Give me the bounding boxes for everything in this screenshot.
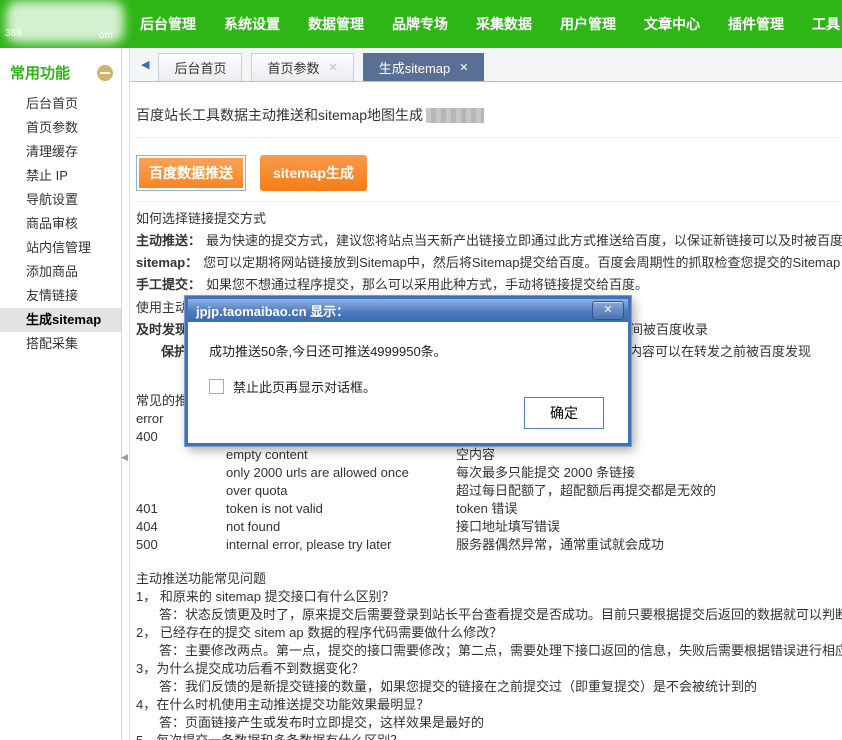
divider [136, 201, 840, 202]
section-title: 主动推送功能常见问题 [136, 570, 842, 588]
sidebar-title: 常用功能 [10, 62, 70, 83]
nav-item-brand-zone[interactable]: 品牌专场 [392, 14, 448, 34]
dialog-title: jpjp.taomaibao.cn 显示： [196, 301, 349, 320]
tab-close-icon[interactable]: ✕ [329, 61, 338, 74]
dialog-ok-button[interactable]: 确定 [524, 397, 604, 429]
dialog-body: 成功推送50条,今日还可推送4999950条。 禁止此页再显示对话框。 确定 [188, 322, 628, 443]
intro-line-manual: 手工提交：如果您不想通过程序提交，那么可以采用此种方式，手动将链接提交给百度。 [136, 274, 842, 296]
tab-label: 后台首页 [174, 58, 226, 77]
nav-item-system-settings[interactable]: 系统设置 [224, 14, 280, 34]
suppress-dialog-checkbox[interactable] [209, 379, 224, 394]
faq-answer: 答：页面链接产生或发布时立即提交，这样效果是最好的 [136, 714, 842, 732]
sidebar-item-home-params[interactable]: 首页参数 [0, 116, 121, 140]
top-nav-menu: 后台管理 系统设置 数据管理 品牌专场 采集数据 用户管理 文章中心 插件管理 … [140, 14, 840, 34]
divider [136, 137, 840, 138]
logo-text-fragment-left: 369 [5, 28, 22, 39]
page-title: 百度站长工具数据主动推送和sitemap地图生成 [136, 105, 842, 125]
tab-scroll-left-icon[interactable]: ◀ [141, 58, 149, 71]
tab-admin-home[interactable]: 后台首页 [158, 53, 242, 81]
faq-question: 1， 和原来的 sitemap 提交接口有什么区别？ [136, 588, 842, 606]
nav-item-collect-data[interactable]: 采集数据 [476, 14, 532, 34]
tab-home-params[interactable]: 首页参数 ✕ [251, 53, 353, 81]
tab-bar: ◀ 后台首页 首页参数 ✕ 生成sitemap ✕ [130, 48, 842, 82]
sidebar-item-ban-ip[interactable]: 禁止 IP [0, 164, 121, 188]
sidebar-item-add-product[interactable]: 添加商品 [0, 260, 121, 284]
sidebar-item-product-review[interactable]: 商品审核 [0, 212, 121, 236]
redacted-mosaic [426, 108, 484, 123]
nav-item-plugin-management[interactable]: 插件管理 [728, 14, 784, 34]
dialog-close-icon[interactable]: ✕ [592, 301, 624, 320]
sitemap-generate-button[interactable]: sitemap生成 [260, 155, 367, 191]
faq-question: 4，在什么时机使用主动推送提交功能效果最明显？ [136, 696, 842, 714]
nav-item-article-center[interactable]: 文章中心 [644, 14, 700, 34]
sidebar-item-clear-cache[interactable]: 清理缓存 [0, 140, 121, 164]
sidebar: 常用功能 后台首页 首页参数 清理缓存 禁止 IP 导航设置 商品审核 站内信管… [0, 48, 122, 740]
faq-section: 主动推送功能常见问题 1， 和原来的 sitemap 提交接口有什么区别？ 答：… [136, 570, 842, 740]
tab-label: 生成sitemap [379, 58, 451, 77]
sidebar-item-site-messages[interactable]: 站内信管理 [0, 236, 121, 260]
dialog-message: 成功推送50条,今日还可推送4999950条。 [188, 322, 628, 360]
sidebar-item-admin-home[interactable]: 后台首页 [0, 92, 121, 116]
nav-item-data-management[interactable]: 数据管理 [308, 14, 364, 34]
top-nav: 369 om 后台管理 系统设置 数据管理 品牌专场 采集数据 用户管理 文章中… [0, 0, 842, 48]
logo-text-fragment-right: om [99, 30, 113, 41]
sidebar-item-generate-sitemap[interactable]: 生成sitemap [0, 308, 121, 332]
intro-line-sitemap: sitemap：您可以定期将网站链接放到Sitemap中，然后将Sitemap提… [136, 252, 842, 274]
sidebar-item-match-collect[interactable]: 搭配采集 [0, 332, 121, 356]
nav-item-user-management[interactable]: 用户管理 [560, 14, 616, 34]
faq-question: 2， 已经存在的提交 sitem ap 数据的程序代码需要做什么修改？ [136, 624, 842, 642]
collapse-minus-icon[interactable] [97, 65, 113, 81]
sidebar-header: 常用功能 [0, 48, 121, 92]
sidebar-item-nav-settings[interactable]: 导航设置 [0, 188, 121, 212]
table-row: empty content 空内容 [136, 446, 842, 464]
dialog-title-bar[interactable]: jpjp.taomaibao.cn 显示： ✕ [188, 299, 628, 322]
faq-question: 5，每次提交一条数据和多条数据有什么区别？ [136, 732, 842, 740]
action-buttons: 百度数据推送 sitemap生成 [136, 155, 842, 191]
faq-question: 3，为什么提交成功后看不到数据变化？ [136, 660, 842, 678]
intro-line-push: 主动推送：最为快速的提交方式，建议您将站点当天新产出链接立即通过此方式推送给百度… [136, 230, 842, 252]
checkbox-label: 禁止此页再显示对话框。 [233, 377, 376, 396]
table-row: 404 not found 接口地址填写错误 [136, 518, 842, 536]
section-title: 如何选择链接提交方式 [136, 208, 842, 230]
table-row: 500 internal error, please try later 服务器… [136, 536, 842, 554]
tab-generate-sitemap[interactable]: 生成sitemap ✕ [363, 53, 485, 81]
tab-close-icon[interactable]: ✕ [459, 61, 468, 74]
faq-answer: 答：主要修改两点。第一点，提交的接口需要修改；第二点，需要处理下接口返回的信息，… [136, 642, 842, 660]
table-row: 401 token is not valid token 错误 [136, 500, 842, 518]
sidebar-item-friend-links[interactable]: 友情链接 [0, 284, 121, 308]
baidu-data-push-button[interactable]: 百度数据推送 [136, 155, 246, 191]
splitter-collapse-arrow-icon[interactable]: ◀ [121, 452, 128, 463]
table-row: only 2000 urls are allowed once 每次最多只能提交… [136, 464, 842, 482]
nav-item-admin[interactable]: 后台管理 [140, 14, 196, 34]
nav-item-tools[interactable]: 工具 [812, 14, 840, 34]
faq-answer: 答：状态反馈更及时了，原来提交后需要登录到站长平台查看提交是否成功。目前只要根据… [136, 606, 842, 624]
faq-answer: 答：我们反馈的是新提交链接的数量，如果您提交的链接在之前提交过（即重复提交）是不… [136, 678, 842, 696]
alert-dialog: jpjp.taomaibao.cn 显示： ✕ 成功推送50条,今日还可推送49… [185, 296, 631, 446]
table-row: over quota 超过每日配额了，超配额后再提交都是无效的 [136, 482, 842, 500]
site-logo: 369 om [0, 0, 140, 48]
sidebar-splitter: ◀ [122, 48, 129, 740]
submit-method-section: 如何选择链接提交方式 主动推送：最为快速的提交方式，建议您将站点当天新产出链接立… [136, 208, 842, 296]
suppress-dialog-option[interactable]: 禁止此页再显示对话框。 [209, 377, 628, 396]
tab-label: 首页参数 [267, 58, 319, 77]
